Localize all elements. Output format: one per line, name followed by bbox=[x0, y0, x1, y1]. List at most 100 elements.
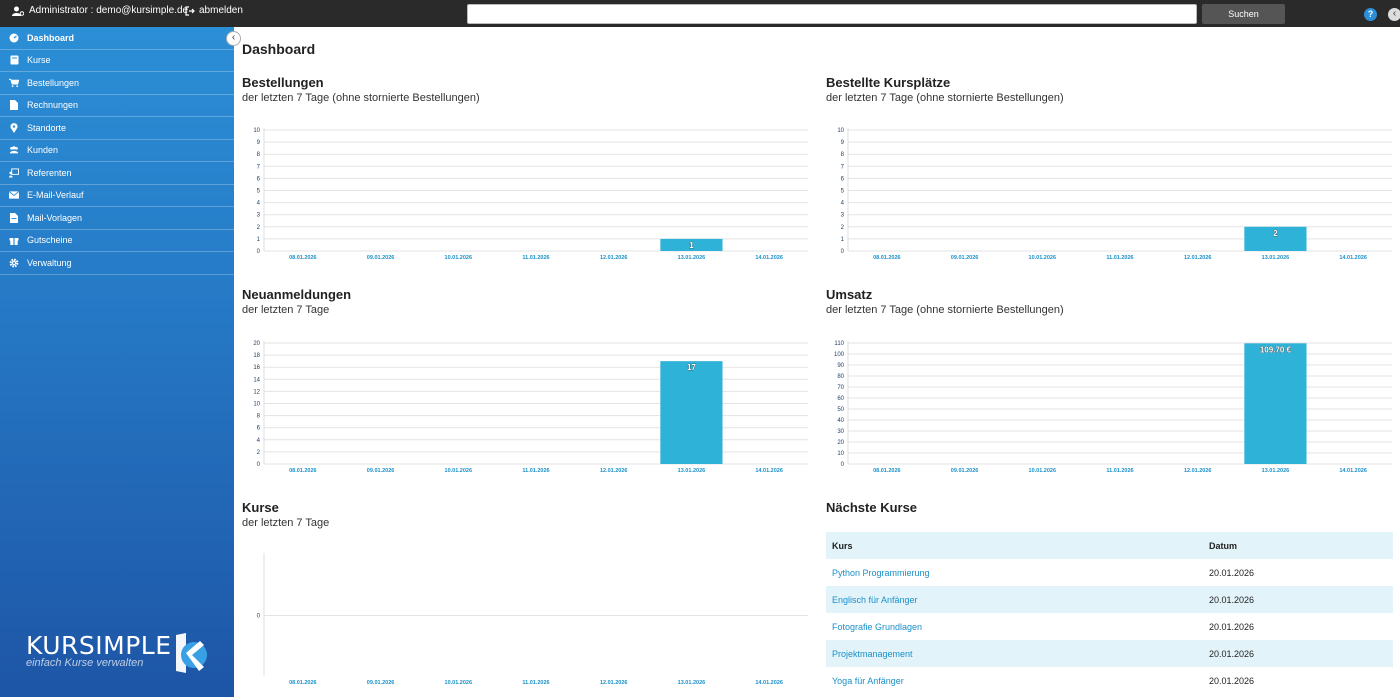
sidebar: Dashboard Kurse Bestellungen Rechnungen … bbox=[0, 27, 234, 697]
sign-out-icon bbox=[185, 5, 195, 16]
y-tick-label: 6 bbox=[257, 426, 261, 432]
next-courses-table: Kurs Datum Python Programmierung 20.01.2… bbox=[826, 532, 1393, 694]
y-tick-label: 2 bbox=[257, 450, 261, 456]
sidebar-item-mail-vorlagen[interactable]: Mail-Vorlagen bbox=[0, 207, 234, 230]
envelope-icon bbox=[9, 190, 19, 200]
sidebar-item-label: Rechnungen bbox=[27, 100, 79, 111]
y-tick-label: 0 bbox=[257, 462, 261, 468]
x-tick-label: 12.01.2026 bbox=[600, 255, 628, 261]
panel-title: Bestellungen bbox=[242, 75, 324, 90]
book-icon bbox=[9, 55, 19, 65]
bar-chart: 0 2 4 6 8 10 12 14 16 18 20 08.01.2026 09.01.2026 10.… bbox=[253, 341, 808, 474]
sidebar-item-label: Gutscheine bbox=[27, 235, 73, 246]
course-date: 20.01.2026 bbox=[1209, 567, 1255, 578]
page-title: Dashboard bbox=[242, 41, 316, 57]
course-link[interactable]: Yoga für Anfänger bbox=[826, 667, 1203, 694]
x-tick-label: 10.01.2026 bbox=[445, 680, 473, 686]
sidebar-item-kunden[interactable]: Kunden bbox=[0, 140, 234, 162]
x-tick-label: 14.01.2026 bbox=[755, 255, 783, 261]
y-tick-label: 18 bbox=[253, 353, 260, 359]
x-tick-label: 09.01.2026 bbox=[367, 468, 395, 474]
chart-neuanmeldungen: 0 2 4 6 8 10 12 14 16 18 20 08.01.2026 09.01.2026 10.… bbox=[242, 333, 810, 481]
y-tick-label: 100 bbox=[834, 352, 845, 358]
y-tick-label: 2 bbox=[257, 225, 261, 231]
gear-icon bbox=[9, 258, 19, 268]
course-link[interactable]: Python Programmierung bbox=[826, 559, 1203, 586]
sidebar-item-label: Mail-Vorlagen bbox=[27, 212, 83, 223]
x-tick-label: 12.01.2026 bbox=[1184, 468, 1212, 474]
x-tick-label: 08.01.2026 bbox=[289, 255, 317, 261]
sidebar-item-dashboard[interactable]: Dashboard bbox=[0, 27, 234, 50]
data-label: 17 bbox=[687, 363, 696, 372]
sidebar-item-referenten[interactable]: Referenten bbox=[0, 162, 234, 185]
panel-subtitle: der letzten 7 Tage bbox=[242, 517, 330, 529]
course-link[interactable]: Projektmanagement bbox=[826, 640, 1203, 667]
chart-bestellungen: 0 1 2 3 4 5 6 7 8 9 10 08.01.2026 09.01.2026 10.01.20… bbox=[242, 120, 810, 268]
x-tick-label: 08.01.2026 bbox=[873, 468, 901, 474]
y-tick-label: 60 bbox=[837, 396, 844, 402]
course-link[interactable]: Fotografie Grundlagen bbox=[826, 613, 1203, 640]
top-bar: Administrator : demo@kursimple.de abmeld… bbox=[0, 0, 1400, 27]
panel-umsatz: Umsatz der letzten 7 Tage (ohne stornier… bbox=[826, 287, 1396, 316]
template-icon bbox=[9, 212, 19, 223]
y-tick-label: 0 bbox=[257, 249, 261, 255]
course-date: 20.01.2026 bbox=[1203, 640, 1393, 667]
sidebar-item-label: Kurse bbox=[27, 55, 51, 66]
x-tick-label: 13.01.2026 bbox=[1262, 255, 1290, 261]
panel-kursplaetze: Bestellte Kursplätze der letzten 7 Tage … bbox=[826, 75, 1396, 104]
y-tick-label: 4 bbox=[257, 438, 261, 444]
panel-subtitle: der letzten 7 Tage bbox=[242, 304, 330, 316]
sidebar-item-standorte[interactable]: Standorte bbox=[0, 117, 234, 140]
x-tick-label: 10.01.2026 bbox=[1029, 468, 1057, 474]
x-tick-label: 11.01.2026 bbox=[522, 468, 549, 474]
x-tick-label: 14.01.2026 bbox=[755, 468, 783, 474]
x-tick-label: 09.01.2026 bbox=[367, 255, 395, 261]
sidebar-item-rechnungen[interactable]: Rechnungen bbox=[0, 95, 234, 117]
course-date: 20.01.2026 bbox=[1203, 586, 1393, 613]
panel-title: Nächste Kurse bbox=[826, 500, 918, 515]
course-link[interactable]: Englisch für Anfänger bbox=[826, 586, 1203, 613]
bar-chart: 0 1 2 3 4 5 6 7 8 9 10 08.01.2026 09.01.2026 10.01.20… bbox=[837, 128, 1392, 261]
y-tick-label: 30 bbox=[837, 429, 844, 435]
user-cog-icon bbox=[12, 6, 24, 16]
dashboard-icon bbox=[9, 33, 19, 43]
bar-chart: 0 1 2 3 4 5 6 7 8 9 10 08.01.2026 09.01.2026 10.01.20… bbox=[253, 128, 808, 261]
y-tick-label: 8 bbox=[841, 152, 845, 158]
gift-icon bbox=[9, 235, 19, 246]
sidebar-item-kurse[interactable]: Kurse bbox=[0, 50, 234, 72]
y-tick-label: 7 bbox=[841, 164, 845, 170]
y-tick-label: 6 bbox=[841, 176, 845, 182]
x-tick-label: 14.01.2026 bbox=[1339, 255, 1367, 261]
help-icon[interactable]: ? bbox=[1364, 8, 1377, 21]
presenter-icon bbox=[9, 168, 19, 178]
logout-link[interactable]: abmelden bbox=[185, 5, 243, 16]
search-input[interactable] bbox=[467, 4, 1197, 24]
column-header-datum: Datum bbox=[1203, 532, 1393, 559]
panel-title: Neuanmeldungen bbox=[242, 287, 352, 302]
course-date: 20.01.2026 bbox=[1209, 675, 1255, 686]
sidebar-item-bestellungen[interactable]: Bestellungen bbox=[0, 72, 234, 95]
x-tick-label: 11.01.2026 bbox=[1106, 255, 1133, 261]
brand-tagline: einfach Kurse verwalten bbox=[26, 657, 144, 669]
data-label: 109.70 € bbox=[1260, 345, 1292, 354]
table-row: Projektmanagement 20.01.2026 bbox=[826, 640, 1393, 667]
x-tick-label: 14.01.2026 bbox=[755, 680, 783, 686]
sidebar-item-gutscheine[interactable]: Gutscheine bbox=[0, 230, 234, 252]
y-tick-label: 20 bbox=[837, 440, 844, 446]
chart-kursplaetze: 0 1 2 3 4 5 6 7 8 9 10 08.01.2026 09.01.2026 10.01.20… bbox=[826, 120, 1394, 268]
chart-kurse: 0 08.01.2026 09.01.2026 10.01.2026 11.01.202… bbox=[242, 545, 810, 693]
search-button[interactable]: Suchen bbox=[1202, 4, 1285, 24]
collapse-sidebar-icon[interactable]: ‹ bbox=[226, 31, 241, 46]
panel-bestellungen: Bestellungen der letzten 7 Tage (ohne st… bbox=[242, 75, 812, 104]
panel-naechste-kurse: Nächste Kurse bbox=[826, 500, 1396, 515]
user-label: Administrator : demo@kursimple.de bbox=[29, 5, 189, 16]
users-icon bbox=[9, 145, 19, 155]
sidebar-item-email-verlauf[interactable]: E-Mail-Verlauf bbox=[0, 185, 234, 207]
y-tick-label: 4 bbox=[841, 201, 845, 207]
y-tick-label: 50 bbox=[837, 407, 844, 413]
sidebar-item-verwaltung[interactable]: Verwaltung bbox=[0, 252, 234, 275]
chevron-left-icon[interactable]: ‹ bbox=[1388, 8, 1400, 21]
x-tick-label: 09.01.2026 bbox=[951, 468, 979, 474]
x-tick-label: 11.01.2026 bbox=[522, 680, 549, 686]
y-tick-label: 90 bbox=[837, 363, 844, 369]
